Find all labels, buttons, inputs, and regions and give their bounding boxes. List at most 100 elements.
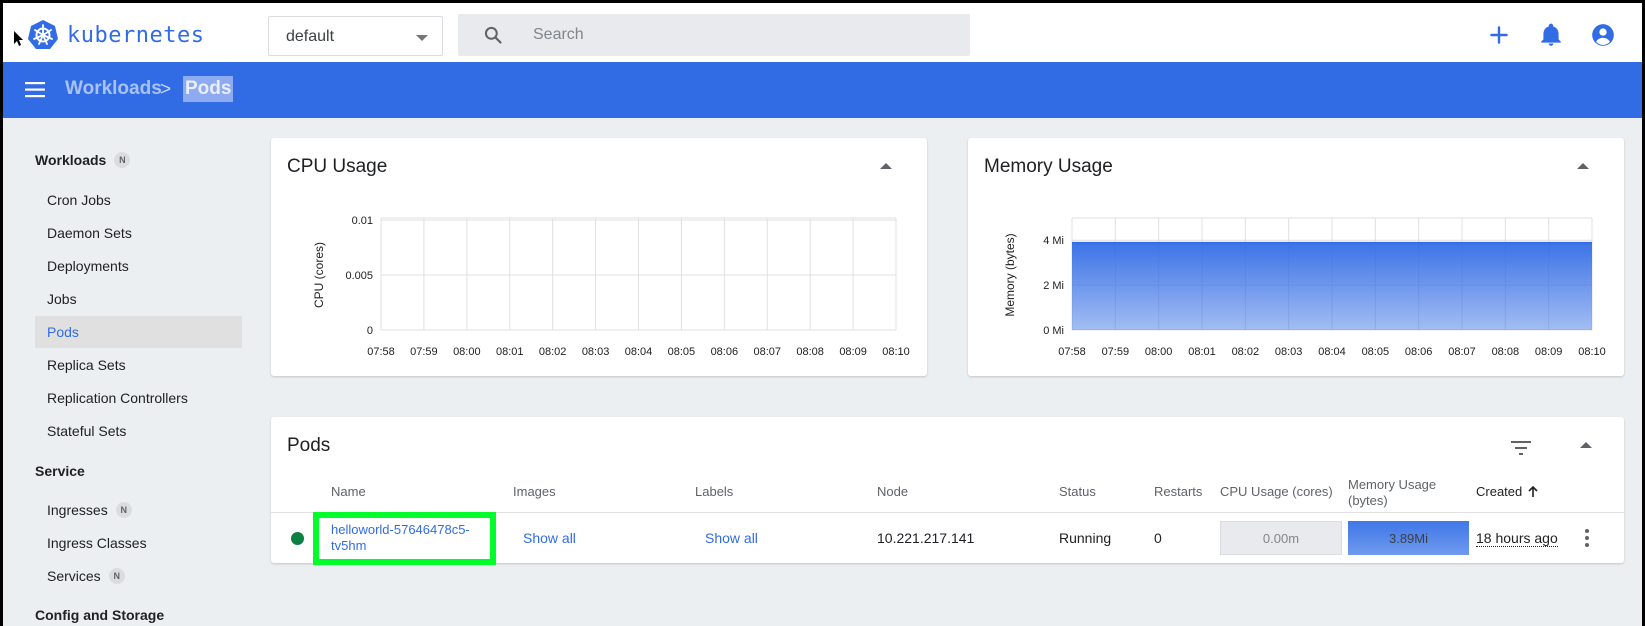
- section-title: Workloads: [35, 152, 107, 168]
- sidebar-item-label: Ingresses: [47, 502, 108, 518]
- card-title: Pods: [287, 435, 331, 456]
- y-tick-label: 0 Mi: [1043, 325, 1064, 337]
- search-bar[interactable]: Search: [458, 14, 970, 56]
- sidebar-item-ingresses[interactable]: Ingresses N: [35, 494, 242, 526]
- x-tick-label: 07:59: [1102, 346, 1130, 358]
- column-header-status[interactable]: Status: [1059, 484, 1096, 499]
- chevron-down-icon: [416, 35, 428, 41]
- breadcrumb-current: Pods: [183, 76, 234, 102]
- x-tick-label: 08:03: [1275, 346, 1303, 358]
- sidebar-item-services[interactable]: Services N: [35, 560, 242, 592]
- x-tick-label: 08:01: [1188, 346, 1216, 358]
- pod-name-link[interactable]: helloworld-57646478c5- tv5hm: [331, 522, 470, 554]
- kubernetes-wheel-icon: [28, 20, 58, 49]
- y-tick-label: 0: [367, 325, 373, 337]
- header-label: Created: [1476, 484, 1523, 499]
- column-header-labels: Labels: [695, 484, 734, 499]
- sidebar-item-pods[interactable]: Pods: [35, 316, 242, 348]
- memory-usage-sparkline: 3.89Mi: [1348, 521, 1469, 555]
- x-tick-label: 08:00: [1145, 346, 1173, 358]
- running-status-icon: [291, 532, 304, 545]
- y-tick-label: 4 Mi: [1043, 235, 1064, 247]
- cpu-usage-card: CPU Usage 0 0.005 0.01 07:58 07:59 08:00 08:01…: [271, 138, 927, 376]
- sidebar-item-ingress-classes[interactable]: Ingress Classes: [35, 527, 242, 559]
- column-header-memory-usage: Memory Usage (bytes): [1348, 477, 1436, 509]
- x-tick-label: 08:08: [1492, 346, 1520, 358]
- x-tick-label: 08:07: [1448, 346, 1476, 358]
- x-tick-label: 08:04: [1318, 346, 1346, 358]
- y-axis-label: CPU (cores): [312, 242, 326, 308]
- sidebar-item-stateful-sets[interactable]: Stateful Sets: [35, 415, 242, 447]
- column-header-node[interactable]: Node: [877, 484, 908, 499]
- cpu-usage-chart: 0 0.005 0.01 07:58 07:59 08:00 08:01 08:02 08:03…: [312, 215, 910, 358]
- memory-value: 3.89Mi: [1388, 530, 1429, 546]
- x-tick-label: 08:05: [668, 346, 696, 358]
- memory-usage-chart: 0 Mi 2 Mi 4 Mi 07:58 07:59 08:00 08:01 08:02 08:…: [1003, 217, 1606, 358]
- search-icon: [484, 26, 502, 44]
- cpu-value: 0.00m: [1262, 530, 1300, 546]
- x-tick-label: 08:10: [882, 346, 910, 358]
- x-tick-label: 07:59: [410, 346, 438, 358]
- x-tick-label: 08:10: [1578, 346, 1606, 358]
- section-title: Service: [35, 463, 85, 479]
- column-header-cpu-usage: CPU Usage (cores): [1220, 484, 1333, 499]
- add-icon[interactable]: [1486, 22, 1512, 48]
- x-tick-label: 07:58: [367, 346, 395, 358]
- x-tick-label: 08:08: [796, 346, 824, 358]
- x-tick-label: 08:06: [711, 346, 739, 358]
- collapse-icon[interactable]: [1580, 442, 1592, 448]
- x-tick-label: 08:04: [625, 346, 653, 358]
- images-show-all-link[interactable]: Show all: [523, 530, 576, 546]
- x-tick-label: 08:03: [582, 346, 610, 358]
- section-title: Config and Storage: [35, 607, 165, 623]
- x-tick-label: 08:05: [1362, 346, 1390, 358]
- sidebar-item-label: Services: [47, 568, 101, 584]
- y-tick-label: 0.005: [345, 270, 373, 282]
- column-header-created[interactable]: Created: [1476, 484, 1539, 499]
- kubernetes-logo[interactable]: kubernetes: [27, 19, 204, 51]
- sidebar-item-daemon-sets[interactable]: Daemon Sets: [35, 217, 242, 249]
- search-input[interactable]: Search: [533, 26, 584, 44]
- namespace-value: default: [286, 28, 335, 45]
- new-badge: N: [115, 502, 132, 518]
- sidebar-section-service[interactable]: Service: [35, 463, 85, 479]
- restarts-value: 0: [1154, 530, 1162, 546]
- y-axis-label: Memory (bytes): [1003, 233, 1017, 316]
- menu-icon[interactable]: [25, 80, 47, 100]
- new-badge: N: [114, 152, 131, 168]
- x-tick-label: 08:02: [1232, 346, 1260, 358]
- account-icon[interactable]: [1590, 22, 1616, 48]
- header-line: Memory Usage: [1348, 477, 1437, 492]
- sidebar-section-config-and-storage[interactable]: Config and Storage: [35, 607, 164, 623]
- pod-name-line: helloworld-57646478c5-: [331, 522, 470, 537]
- column-header-images: Images: [513, 484, 556, 499]
- sidebar-section-workloads[interactable]: Workloads N: [35, 152, 131, 168]
- sidebar-item-cron-jobs[interactable]: Cron Jobs: [35, 184, 242, 216]
- breadcrumb-bar: Workloads > Pods: [0, 62, 1645, 118]
- memory-usage-card: Memory Usage 0 Mi 2 Mi 4 Mi 07:58 07:59 08:00…: [968, 138, 1624, 376]
- filter-icon[interactable]: [1510, 439, 1532, 457]
- y-tick-label: 0.01: [352, 215, 373, 227]
- cpu-usage-sparkline: 0.00m: [1220, 521, 1342, 555]
- pod-name-line: tv5hm: [331, 538, 367, 553]
- namespace-select[interactable]: default: [268, 16, 443, 56]
- area-series: [1072, 242, 1592, 330]
- labels-show-all-link[interactable]: Show all: [705, 530, 758, 546]
- bell-icon[interactable]: [1538, 22, 1564, 48]
- sidebar-item-replica-sets[interactable]: Replica Sets: [35, 349, 242, 381]
- y-tick-label: 2 Mi: [1043, 280, 1064, 292]
- mouse-cursor-icon: [14, 31, 23, 46]
- column-header-restarts[interactable]: Restarts: [1154, 484, 1202, 499]
- x-tick-label: 08:09: [839, 346, 867, 358]
- x-tick-label: 08:00: [453, 346, 481, 358]
- header-line: (bytes): [1348, 493, 1388, 508]
- sidebar-item-deployments[interactable]: Deployments: [35, 250, 242, 282]
- sidebar: Workloads N Cron Jobs Daemon Sets Deploy…: [3, 118, 248, 626]
- breadcrumb-workloads[interactable]: Workloads: [65, 78, 162, 100]
- created-value: 18 hours ago: [1476, 530, 1558, 547]
- sidebar-item-jobs[interactable]: Jobs: [35, 283, 242, 315]
- sidebar-item-replication-controllers[interactable]: Replication Controllers: [35, 382, 242, 414]
- more-vert-icon[interactable]: [1583, 528, 1591, 548]
- x-tick-label: 08:01: [496, 346, 524, 358]
- column-header-name[interactable]: Name: [331, 484, 366, 499]
